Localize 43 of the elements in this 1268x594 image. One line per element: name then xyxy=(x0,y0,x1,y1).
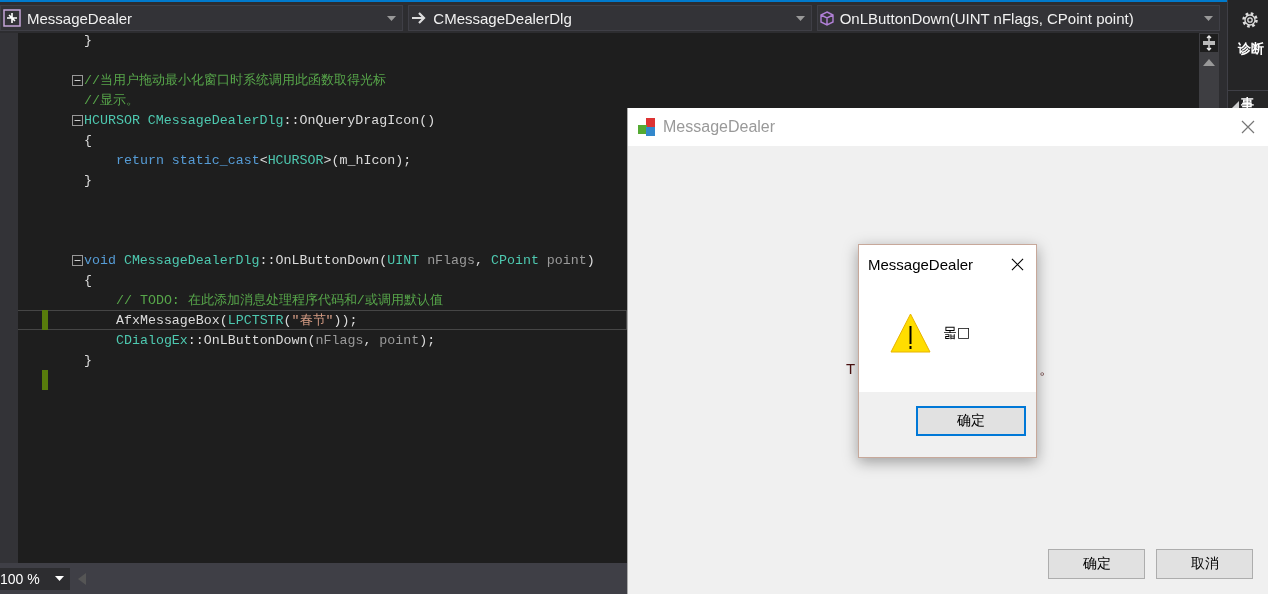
collapse-icon[interactable] xyxy=(72,254,83,266)
collapse-icon[interactable] xyxy=(72,74,83,86)
arrow-icon xyxy=(411,11,428,25)
code-line: void CMessageDealerDlg::OnLButtonDown(UINT nFlags, CPoint point) xyxy=(84,251,595,269)
expand-icon[interactable] xyxy=(1232,100,1239,108)
class-view-icon xyxy=(3,9,21,27)
code-line: } xyxy=(84,171,92,189)
app-icon xyxy=(637,117,657,137)
code-line: //当用户拖动最小化窗口时系统调用此函数取得光标 xyxy=(84,72,386,89)
code-line: CDialogEx::OnLButtonDown(nFlags, point); xyxy=(115,331,436,349)
message-box-title: MessageDealer xyxy=(868,255,975,273)
code-line: } xyxy=(84,351,92,369)
code-line: { xyxy=(84,271,92,289)
zoom-dropdown[interactable]: 100 % xyxy=(0,567,70,590)
collapse-icon[interactable] xyxy=(72,114,83,126)
code-line: // TODO: 在此添加消息处理程序代码和/或调用默认值 xyxy=(115,292,443,309)
code-line: //显示。 xyxy=(84,92,139,109)
split-icon[interactable] xyxy=(1200,34,1218,52)
ok-button[interactable]: 确定 xyxy=(916,406,1026,436)
close-icon[interactable] xyxy=(1011,257,1024,271)
code-line: AfxMessageBox(LPCTSTR("春节")); xyxy=(115,311,358,329)
navigation-dropdown[interactable]: CMessageDealerDlg xyxy=(408,5,812,31)
code-line: return static_cast<HCURSOR>(m_hIcon); xyxy=(115,151,412,169)
caret-icon xyxy=(387,15,397,21)
ok-button[interactable]: 确定 xyxy=(1048,549,1145,579)
panel-title: 诊断 xyxy=(1238,40,1265,58)
code-line: } xyxy=(84,31,92,49)
settings-icon[interactable] xyxy=(1240,10,1260,30)
window-title: MessageDealer xyxy=(663,118,777,136)
static-text: 。 xyxy=(1039,360,1054,379)
navigation-dropdown[interactable]: OnLButtonDown(UINT nFlags, CPoint point) xyxy=(816,5,1220,31)
message-text: 몳□ xyxy=(943,323,971,342)
scroll-up-icon[interactable] xyxy=(1203,58,1215,66)
code-line: HCURSOR CMessageDealerDlg::OnQueryDragIcon() xyxy=(84,111,436,129)
cancel-button[interactable]: 取消 xyxy=(1156,549,1253,579)
caret-icon xyxy=(795,15,805,21)
warning-icon xyxy=(890,312,931,353)
code-line: { xyxy=(84,131,92,149)
navigation-dropdown[interactable]: MessageDealer xyxy=(0,5,404,31)
cube-icon xyxy=(819,10,834,26)
caret-icon xyxy=(55,576,64,581)
caret-icon xyxy=(1204,15,1213,21)
static-text: T xyxy=(846,360,856,377)
